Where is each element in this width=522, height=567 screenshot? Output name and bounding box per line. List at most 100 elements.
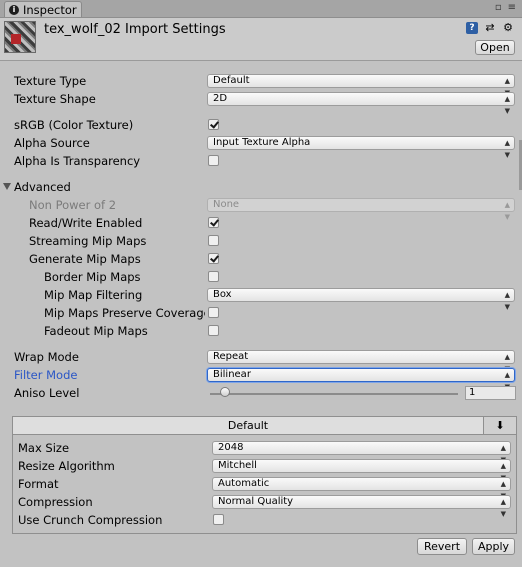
format-dropdown[interactable]: Automatic▲▼ <box>212 477 511 500</box>
wrap-mode-value: Repeat <box>213 351 249 362</box>
preset-icon[interactable]: ⇄ <box>484 22 496 34</box>
streaming-mips-row: Streaming Mip Maps <box>0 233 522 251</box>
alpha-transparency-label: Alpha Is Transparency <box>14 154 141 168</box>
fadeout-mips-label: Fadeout Mip Maps <box>44 324 148 338</box>
aniso-slider-track[interactable] <box>210 393 458 395</box>
non-power-2-row: Non Power of 2 None ▲ ▼ <box>0 197 522 221</box>
filter-mode-row: Filter Mode Bilinear▲▼ <box>0 367 522 391</box>
help-icon[interactable]: ? <box>466 22 478 34</box>
tab-default-platform[interactable]: Default <box>13 417 483 435</box>
alpha-source-dropdown[interactable]: Input Texture Alpha ▲ ▼ <box>207 136 515 159</box>
max-size-label: Max Size <box>18 441 70 455</box>
alpha-transparency-checkbox[interactable] <box>208 155 219 166</box>
wrap-mode-label: Wrap Mode <box>14 350 79 364</box>
srgb-row: sRGB (Color Texture) <box>0 117 522 135</box>
compression-row: Compression Normal Quality ▲ ▼ <box>13 494 516 518</box>
max-size-value: 2048 <box>218 442 244 453</box>
dropdown-arrow-icon: ▲▼ <box>504 95 510 115</box>
menu-icon[interactable]: ≡ <box>508 2 516 13</box>
border-mips-checkbox[interactable] <box>208 271 219 282</box>
gear-icon[interactable]: ⚙ <box>502 22 514 34</box>
texture-type-label: Texture Type <box>14 74 87 88</box>
aniso-level-field[interactable]: 1 <box>465 386 516 400</box>
mip-filtering-row: Mip Map Filtering Box ▲ ▼ <box>0 287 522 311</box>
texture-shape-row: Texture Shape 2D ▲ ▼ <box>0 91 522 115</box>
max-size-row: Max Size 2048▲▼ <box>13 440 516 464</box>
texture-shape-label: Texture Shape <box>14 92 96 106</box>
download-icon[interactable]: ⬇ <box>483 417 516 435</box>
tab-inspector[interactable]: i Inspector <box>4 1 82 17</box>
alpha-transparency-row: Alpha Is Transparency <box>0 153 522 171</box>
border-mips-row: Border Mip Maps <box>0 269 522 287</box>
filter-mode-dropdown[interactable]: Bilinear▲▼ <box>207 368 515 391</box>
aniso-slider-handle[interactable] <box>220 387 230 397</box>
resize-algorithm-dropdown[interactable]: Mitchell▲▼ <box>212 459 511 482</box>
read-write-row: Read/Write Enabled <box>0 215 522 233</box>
fadeout-mips-checkbox[interactable] <box>208 325 219 336</box>
srgb-label: sRGB (Color Texture) <box>14 118 134 132</box>
read-write-label: Read/Write Enabled <box>29 216 143 230</box>
mip-preserve-checkbox[interactable] <box>208 307 219 318</box>
compression-label: Compression <box>18 495 93 509</box>
texture-shape-value: 2D <box>213 93 228 104</box>
generate-mips-checkbox[interactable] <box>208 253 219 264</box>
resize-algorithm-value: Mitchell <box>218 460 257 471</box>
non-power-2-dropdown: None ▲ ▼ <box>207 198 515 221</box>
tab-label: Inspector <box>23 2 77 17</box>
alpha-source-row: Alpha Source Input Texture Alpha ▲ ▼ <box>0 135 522 159</box>
streaming-mips-label: Streaming Mip Maps <box>29 234 147 248</box>
texture-shape-dropdown[interactable]: 2D ▲ ▼ <box>207 92 515 115</box>
alpha-source-value: Input Texture Alpha <box>213 137 311 148</box>
non-power-2-label: Non Power of 2 <box>29 198 117 212</box>
fadeout-mips-row: Fadeout Mip Maps <box>0 323 522 341</box>
aniso-level-label: Aniso Level <box>14 386 80 400</box>
crunch-label: Use Crunch Compression <box>18 513 163 527</box>
texture-thumbnail <box>4 21 36 53</box>
advanced-label: Advanced <box>14 180 71 194</box>
border-mips-label: Border Mip Maps <box>44 270 141 284</box>
read-write-checkbox[interactable] <box>208 217 219 228</box>
tab-bar: i Inspector ▫ ≡ <box>0 0 522 18</box>
crunch-checkbox[interactable] <box>213 514 224 525</box>
alpha-source-label: Alpha Source <box>14 136 90 150</box>
generate-mips-label: Generate Mip Maps <box>29 252 141 266</box>
platform-settings: Default ⬇ Max Size 2048▲▼ Resize Algorit… <box>12 416 517 534</box>
header-icons: ? ⇄ ⚙ <box>466 22 514 34</box>
format-row: Format Automatic▲▼ <box>13 476 516 500</box>
format-label: Format <box>18 477 59 491</box>
wrap-mode-dropdown[interactable]: Repeat▲▼ <box>207 350 515 373</box>
format-value: Automatic <box>218 478 270 489</box>
mip-filtering-dropdown[interactable]: Box ▲ ▼ <box>207 288 515 311</box>
resize-algorithm-row: Resize Algorithm Mitchell▲▼ <box>13 458 516 482</box>
texture-type-dropdown[interactable]: Default▲▼ <box>207 74 515 97</box>
mip-preserve-label: Mip Maps Preserve Coverage <box>44 306 205 320</box>
revert-button[interactable]: Revert <box>417 538 467 555</box>
non-power-2-value: None <box>213 199 240 210</box>
lock-icon[interactable]: ▫ <box>495 2 502 13</box>
crunch-row: Use Crunch Compression <box>13 512 516 530</box>
open-button[interactable]: Open <box>475 40 515 55</box>
generate-mips-row: Generate Mip Maps <box>0 251 522 269</box>
texture-type-row: Texture Type Default▲▼ <box>0 73 522 97</box>
apply-button[interactable]: Apply <box>472 538 515 555</box>
advanced-foldout[interactable]: Advanced <box>0 179 522 197</box>
foldout-arrow-icon[interactable] <box>3 183 11 190</box>
mip-filtering-label: Mip Map Filtering <box>44 288 143 302</box>
streaming-mips-checkbox[interactable] <box>208 235 219 246</box>
max-size-dropdown[interactable]: 2048▲▼ <box>212 441 511 464</box>
page-title: tex_wolf_02 Import Settings <box>44 22 226 37</box>
compression-value: Normal Quality <box>218 496 294 507</box>
compression-dropdown[interactable]: Normal Quality ▲ ▼ <box>212 495 511 518</box>
import-settings-header: tex_wolf_02 Import Settings ? ⇄ ⚙ Open <box>0 18 522 61</box>
aniso-level-row: Aniso Level 1 <box>0 385 522 403</box>
resize-algorithm-label: Resize Algorithm <box>18 459 115 473</box>
srgb-checkbox[interactable] <box>208 119 219 130</box>
filter-mode-value: Bilinear <box>213 369 251 380</box>
filter-mode-label: Filter Mode <box>14 368 78 382</box>
mip-preserve-row: Mip Maps Preserve Coverage <box>0 305 522 323</box>
wrap-mode-row: Wrap Mode Repeat▲▼ <box>0 349 522 373</box>
info-icon: i <box>9 4 19 15</box>
mip-filtering-value: Box <box>213 289 232 300</box>
texture-type-value: Default <box>213 75 250 86</box>
window-controls: ▫ ≡ <box>495 2 516 13</box>
